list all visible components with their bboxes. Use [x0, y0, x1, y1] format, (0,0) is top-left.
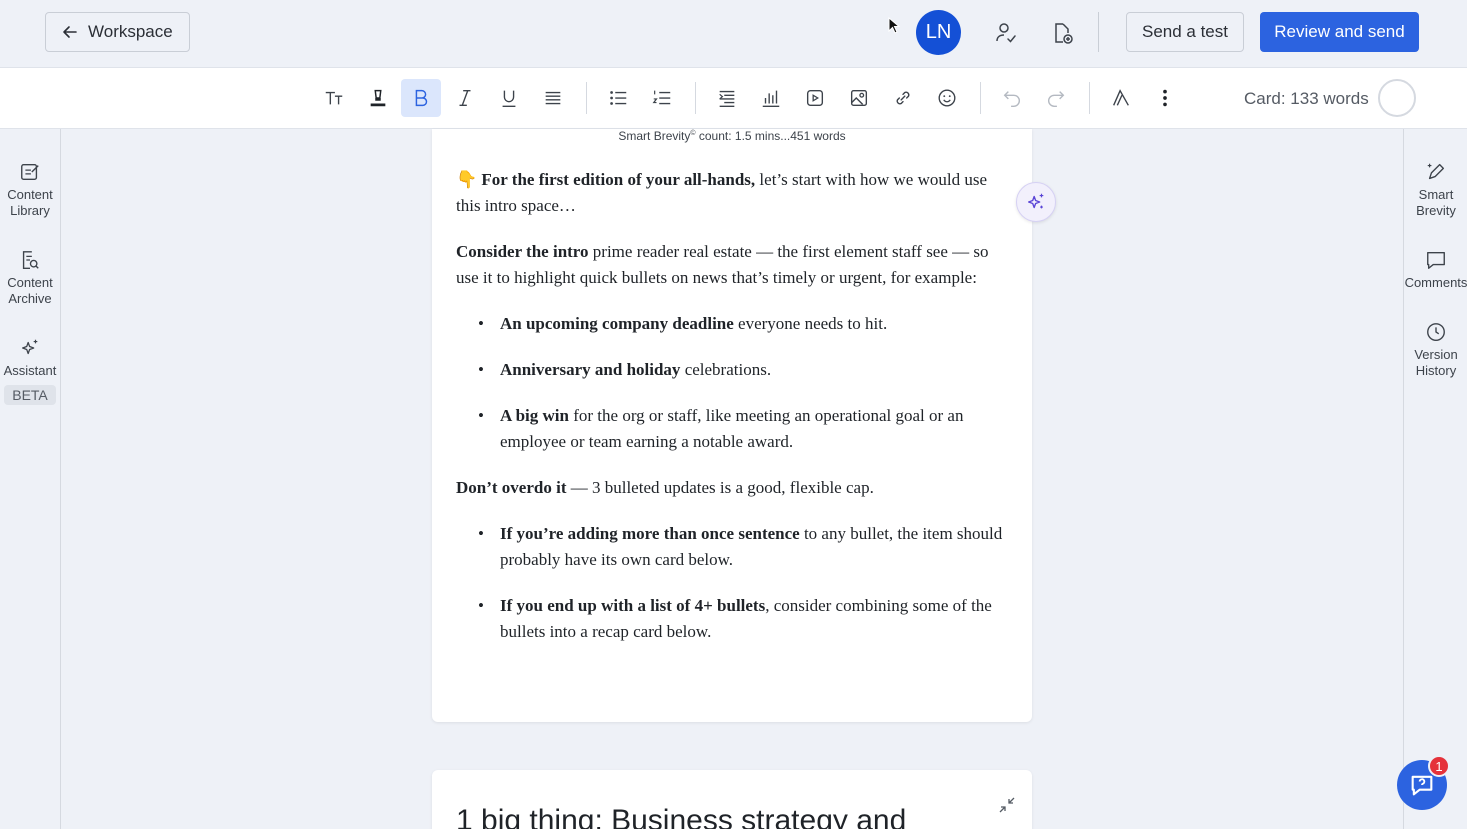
big-thing-card[interactable]: 1 big thing: Business strategy and — [432, 770, 1032, 829]
right-sidebar: Smart Brevity Comments Version History — [1403, 129, 1467, 829]
list-item-text: everyone needs to hit. — [733, 314, 888, 333]
mouse-cursor-icon — [888, 17, 900, 34]
word-count-progress-ring — [1378, 79, 1416, 117]
card-word-count: Card: 133 words — [1244, 89, 1369, 108]
insert-divider-icon[interactable] — [707, 79, 747, 117]
bold-lead: Anniversary and holiday — [500, 360, 681, 379]
sidebar-item-content-library[interactable]: Content Library — [0, 161, 62, 219]
list-item-text: celebrations. — [680, 360, 772, 379]
bullet-list: An upcoming company deadline everyone ne… — [456, 311, 1004, 455]
brand-style-icon[interactable] — [1101, 79, 1141, 117]
smart-brevity-count-prefix: Smart Brevity — [618, 129, 691, 143]
sidebar-item-label: Comments — [1404, 275, 1467, 290]
highlight-icon[interactable] — [358, 79, 398, 117]
redo-icon[interactable] — [1036, 79, 1076, 117]
italic-icon[interactable] — [445, 79, 485, 117]
left-sidebar: Content Library Content Archive Assistan… — [0, 129, 61, 829]
chat-question-icon — [1411, 775, 1433, 796]
reviewer-approve-icon[interactable] — [993, 20, 1019, 46]
pointing-down-emoji: 👇 — [456, 170, 478, 189]
sidebar-item-comments[interactable]: Comments — [1404, 249, 1467, 291]
paragraph: Don’t overdo it — 3 bulleted updates is … — [456, 475, 1004, 501]
smart-brevity-count-value: count: 1.5 mins...451 words — [695, 129, 846, 143]
bullet-list: If you’re adding more than once sentence… — [456, 521, 1004, 645]
arrow-left-icon — [63, 26, 77, 38]
sidebar-item-smart-brevity[interactable]: Smart Brevity — [1404, 161, 1467, 219]
bulleted-list-icon[interactable] — [598, 79, 638, 117]
list-item: A big win for the org or staff, like mee… — [478, 403, 1004, 455]
undo-icon[interactable] — [992, 79, 1032, 117]
intro-card[interactable]: Smart Brevity© count: 1.5 mins...451 wor… — [432, 129, 1032, 722]
align-icon[interactable] — [533, 79, 573, 117]
bold-lead: If you’re adding more than once sentence — [500, 524, 800, 543]
sidebar-item-label: Assistant — [3, 363, 57, 378]
bold-lead: Consider the intro — [456, 242, 589, 261]
bold-lead: A big win — [500, 406, 569, 425]
back-to-workspace-button[interactable]: Workspace — [45, 12, 190, 52]
sparkle-icon — [22, 339, 38, 355]
notification-badge: 1 — [1428, 755, 1450, 777]
review-and-send-button[interactable]: Review and send — [1260, 12, 1419, 52]
paragraph: Consider the intro prime reader real est… — [456, 239, 1004, 291]
sidebar-item-label: Content Library — [7, 187, 53, 218]
text-style-icon[interactable] — [314, 79, 354, 117]
sidebar-item-version-history[interactable]: Version History — [1404, 321, 1467, 379]
collapse-icon[interactable] — [998, 796, 1016, 814]
archive-search-icon — [22, 251, 39, 269]
card-body-editor[interactable]: 👇 For the first edition of your all-hand… — [456, 167, 1004, 665]
user-avatar[interactable]: LN — [916, 10, 961, 55]
clock-icon — [1427, 323, 1445, 341]
bold-icon[interactable] — [401, 79, 441, 117]
card-title: 1 big thing: Business strategy and — [456, 804, 907, 829]
sidebar-item-label: Smart Brevity — [1416, 187, 1456, 218]
list-item: If you end up with a list of 4+ bullets,… — [478, 593, 1004, 645]
list-item: Anniversary and holiday celebrations. — [478, 357, 1004, 383]
underline-icon[interactable] — [489, 79, 529, 117]
emoji-icon[interactable] — [927, 79, 967, 117]
avatar-initials: LN — [925, 21, 952, 43]
numbered-list-icon[interactable] — [642, 79, 682, 117]
ai-assist-sparkle-button[interactable] — [1016, 182, 1056, 222]
toolbar-divider — [980, 82, 981, 114]
smart-brevity-count: Smart Brevity© count: 1.5 mins...451 wor… — [432, 129, 1032, 143]
bold-lead: Don’t overdo it — [456, 478, 567, 497]
back-button-label: Workspace — [88, 22, 173, 41]
paragraph-text: — 3 bulleted updates is a good, flexible… — [566, 478, 874, 497]
bold-lead: An upcoming company deadline — [500, 314, 734, 333]
image-icon[interactable] — [839, 79, 879, 117]
top-bar: Workspace LN Send a test Review and send — [0, 0, 1467, 68]
list-item: If you’re adding more than once sentence… — [478, 521, 1004, 573]
comment-icon — [1427, 251, 1445, 269]
sidebar-item-label: Content Archive — [7, 275, 53, 306]
chart-icon[interactable] — [751, 79, 791, 117]
paragraph: 👇 For the first edition of your all-hand… — [456, 167, 1004, 219]
bold-lead: For the first edition of your all-hands, — [481, 170, 756, 189]
header-divider — [1098, 12, 1099, 52]
send-test-button[interactable]: Send a test — [1126, 12, 1244, 52]
toolbar-divider — [1089, 82, 1090, 114]
toolbar-divider — [695, 82, 696, 114]
sparkle-icon — [1027, 193, 1044, 209]
beta-badge: BETA — [4, 385, 56, 405]
embed-icon[interactable] — [795, 79, 835, 117]
pen-sparkle-icon — [1427, 163, 1445, 180]
sidebar-item-label: Version History — [1414, 347, 1458, 378]
link-icon[interactable] — [883, 79, 923, 117]
bold-lead: If you end up with a list of 4+ bullets — [500, 596, 766, 615]
more-options-icon[interactable] — [1145, 79, 1185, 117]
sidebar-item-assistant[interactable]: Assistant BETA — [0, 337, 62, 405]
formatting-toolbar: Card: 133 words — [0, 68, 1467, 129]
edit-note-icon — [21, 163, 39, 181]
toolbar-divider — [586, 82, 587, 114]
add-document-icon[interactable] — [1049, 20, 1075, 46]
sidebar-item-content-archive[interactable]: Content Archive — [0, 249, 62, 307]
list-item: An upcoming company deadline everyone ne… — [478, 311, 1004, 337]
list-item-text: for the org or staff, like meeting an op… — [500, 406, 964, 451]
